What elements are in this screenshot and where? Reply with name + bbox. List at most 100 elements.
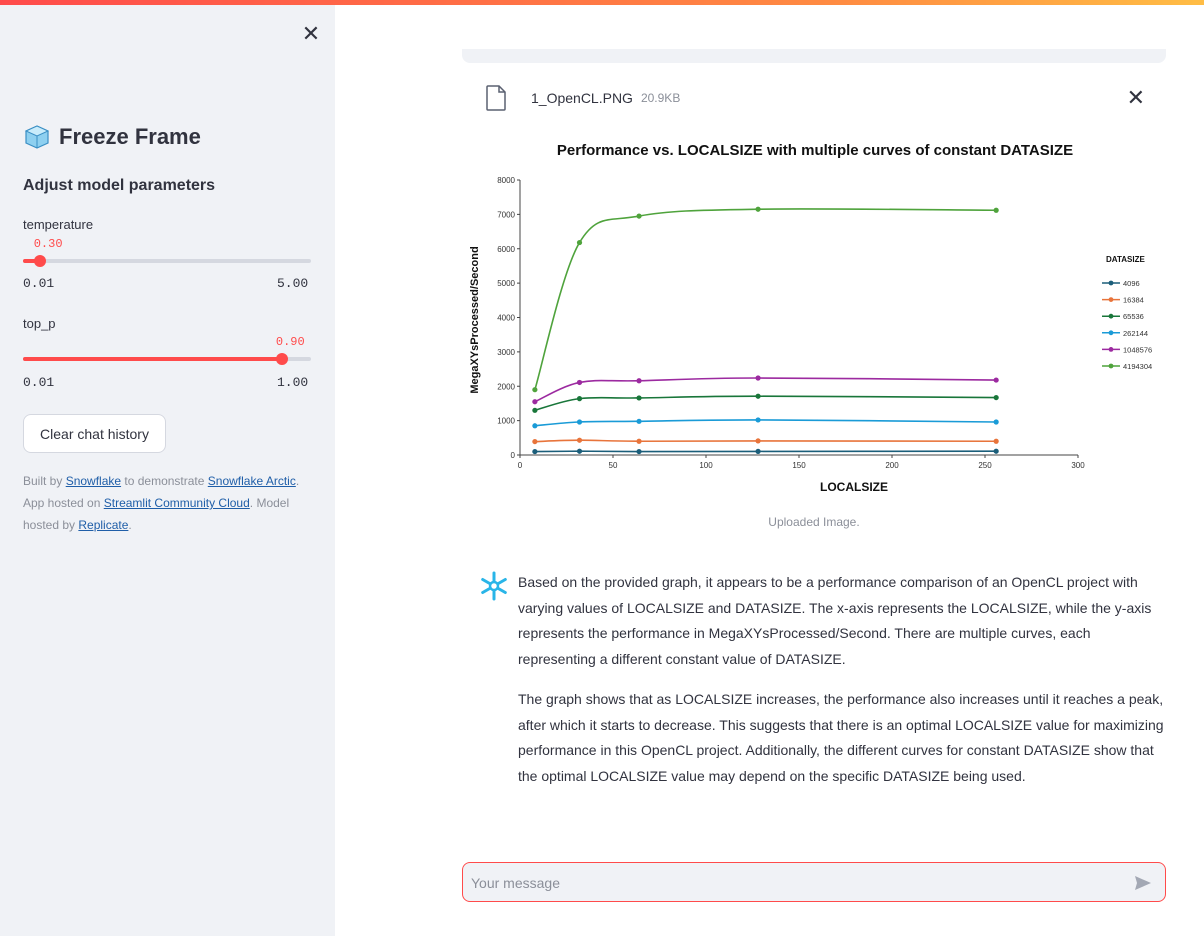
credits-part: . xyxy=(128,518,132,532)
series-line-65536 xyxy=(534,395,997,412)
data-point-262144 xyxy=(576,419,583,425)
top-p-max: 1.00 xyxy=(277,375,309,390)
x-tick-label: 150 xyxy=(792,461,806,470)
data-point-4096 xyxy=(636,448,642,455)
ice-cube-icon xyxy=(24,125,50,149)
app-title: Freeze Frame xyxy=(23,123,201,151)
temperature-min: 0.01 xyxy=(23,276,55,291)
file-uploader-strip xyxy=(462,49,1166,63)
chart-plot-area: 0 1000 2000 3000 4000 5000 6000 7000 8000 0 50 100 1… xyxy=(497,176,1152,470)
y-tick-label: 5000 xyxy=(497,279,515,288)
data-point-4096 xyxy=(576,448,583,454)
legend-marker-65536 xyxy=(1108,313,1114,319)
params-heading: Adjust model parameters xyxy=(23,177,216,194)
send-icon[interactable] xyxy=(1133,873,1153,893)
snowflake-avatar-icon xyxy=(481,571,507,601)
y-tick-label: 3000 xyxy=(497,348,515,357)
top-p-min: 0.01 xyxy=(23,375,55,390)
y-tick-label: 7000 xyxy=(497,210,515,219)
chat-input-box xyxy=(462,862,1166,902)
legend-label-65536: 65536 xyxy=(1123,312,1144,321)
x-tick-label: 250 xyxy=(978,461,992,470)
chat-message-input[interactable] xyxy=(471,871,1111,895)
temperature-slider[interactable] xyxy=(23,255,311,267)
temperature-label: temperature xyxy=(23,217,94,232)
temperature-value: 0.30 xyxy=(33,237,63,251)
x-tick-label: 50 xyxy=(609,461,618,470)
legend-label-16384: 16384 xyxy=(1123,296,1144,305)
data-point-262144 xyxy=(993,419,999,425)
data-point-4194304 xyxy=(636,213,642,219)
data-point-16384 xyxy=(993,438,999,444)
data-point-4194304 xyxy=(532,387,538,393)
snowflake-link[interactable]: Snowflake xyxy=(66,474,121,488)
legend-marker-1048576 xyxy=(1108,347,1114,352)
data-point-1048576 xyxy=(576,379,583,386)
top-p-slider-fill xyxy=(23,357,282,361)
data-point-65536 xyxy=(532,407,538,413)
data-point-65536 xyxy=(636,395,642,401)
uploaded-file-row: 1_OpenCL.PNG 20.9KB ✕ xyxy=(485,83,1165,113)
legend-label-1048576: 1048576 xyxy=(1123,345,1152,354)
y-tick-label: 8000 xyxy=(497,176,515,185)
top-p-slider[interactable] xyxy=(23,353,311,365)
credits-text: Built by Snowflake to demonstrate Snowfl… xyxy=(23,470,313,536)
legend-marker-262144 xyxy=(1108,330,1114,336)
assistant-message: Based on the provided graph, it appears … xyxy=(518,570,1168,804)
chart-y-label: MegaXYsProcessed/Second xyxy=(469,246,481,393)
clear-chat-history-button[interactable]: Clear chat history xyxy=(23,414,166,453)
chart-title: Performance vs. LOCALSIZE with multiple … xyxy=(557,142,1073,159)
data-point-16384 xyxy=(532,438,538,445)
credits-part: to demonstrate xyxy=(121,474,208,488)
y-tick-label: 0 xyxy=(511,451,516,460)
data-point-4096 xyxy=(755,448,761,454)
temperature-max: 5.00 xyxy=(277,276,309,291)
snowflake-arctic-link[interactable]: Snowflake Arctic xyxy=(208,474,296,488)
file-size: 20.9KB xyxy=(640,91,681,105)
x-tick-label: 0 xyxy=(518,461,523,470)
top-p-label: top_p xyxy=(23,316,56,331)
series-line-16384 xyxy=(534,439,997,443)
x-tick-label: 100 xyxy=(699,461,713,470)
legend-marker-16384 xyxy=(1108,297,1114,302)
series-line-4194304 xyxy=(534,208,997,390)
x-tick-label: 200 xyxy=(885,461,899,470)
replicate-link[interactable]: Replicate xyxy=(78,518,128,532)
y-tick-label: 1000 xyxy=(497,417,515,426)
data-point-1048576 xyxy=(993,377,999,383)
data-point-16384 xyxy=(576,437,583,443)
legend-label-4194304: 4194304 xyxy=(1123,362,1152,371)
legend-label-262144: 262144 xyxy=(1123,329,1148,338)
data-point-4096 xyxy=(532,448,538,455)
legend-label-4096: 4096 xyxy=(1123,279,1140,288)
image-caption: Uploaded Image. xyxy=(768,515,860,529)
file-icon xyxy=(486,85,506,111)
main-area: 1_OpenCL.PNG 20.9KB ✕ Performance vs. LO… xyxy=(335,5,1204,936)
data-point-1048576 xyxy=(636,378,642,384)
data-point-65536 xyxy=(755,393,761,399)
x-tick-label: 300 xyxy=(1071,461,1085,470)
legend-title: DATASIZE xyxy=(1106,255,1145,264)
uploaded-chart-image: Performance vs. LOCALSIZE with multiple … xyxy=(462,135,1166,505)
remove-file-icon[interactable]: ✕ xyxy=(1127,85,1145,111)
data-point-262144 xyxy=(755,417,761,423)
data-point-1048576 xyxy=(755,375,761,381)
data-point-16384 xyxy=(755,438,761,444)
data-point-1048576 xyxy=(532,399,538,405)
data-point-16384 xyxy=(636,438,642,444)
legend-marker-4194304 xyxy=(1108,363,1114,369)
data-point-262144 xyxy=(532,423,538,429)
message-paragraph: The graph shows that as LOCALSIZE increa… xyxy=(518,691,1164,784)
close-sidebar-icon[interactable]: ✕ xyxy=(300,23,322,45)
data-point-4194304 xyxy=(755,206,761,212)
chart-x-label: LOCALSIZE xyxy=(820,480,888,494)
streamlit-cloud-link[interactable]: Streamlit Community Cloud xyxy=(104,496,250,510)
temperature-slider-thumb[interactable] xyxy=(33,255,46,267)
data-point-4194304 xyxy=(993,207,999,213)
app-title-text: Freeze Frame xyxy=(59,124,201,149)
top-p-slider-thumb[interactable] xyxy=(275,353,288,365)
data-point-262144 xyxy=(636,418,642,424)
series-line-262144 xyxy=(534,419,997,427)
message-paragraph: Based on the provided graph, it appears … xyxy=(518,574,1152,667)
y-tick-label: 6000 xyxy=(497,245,515,254)
